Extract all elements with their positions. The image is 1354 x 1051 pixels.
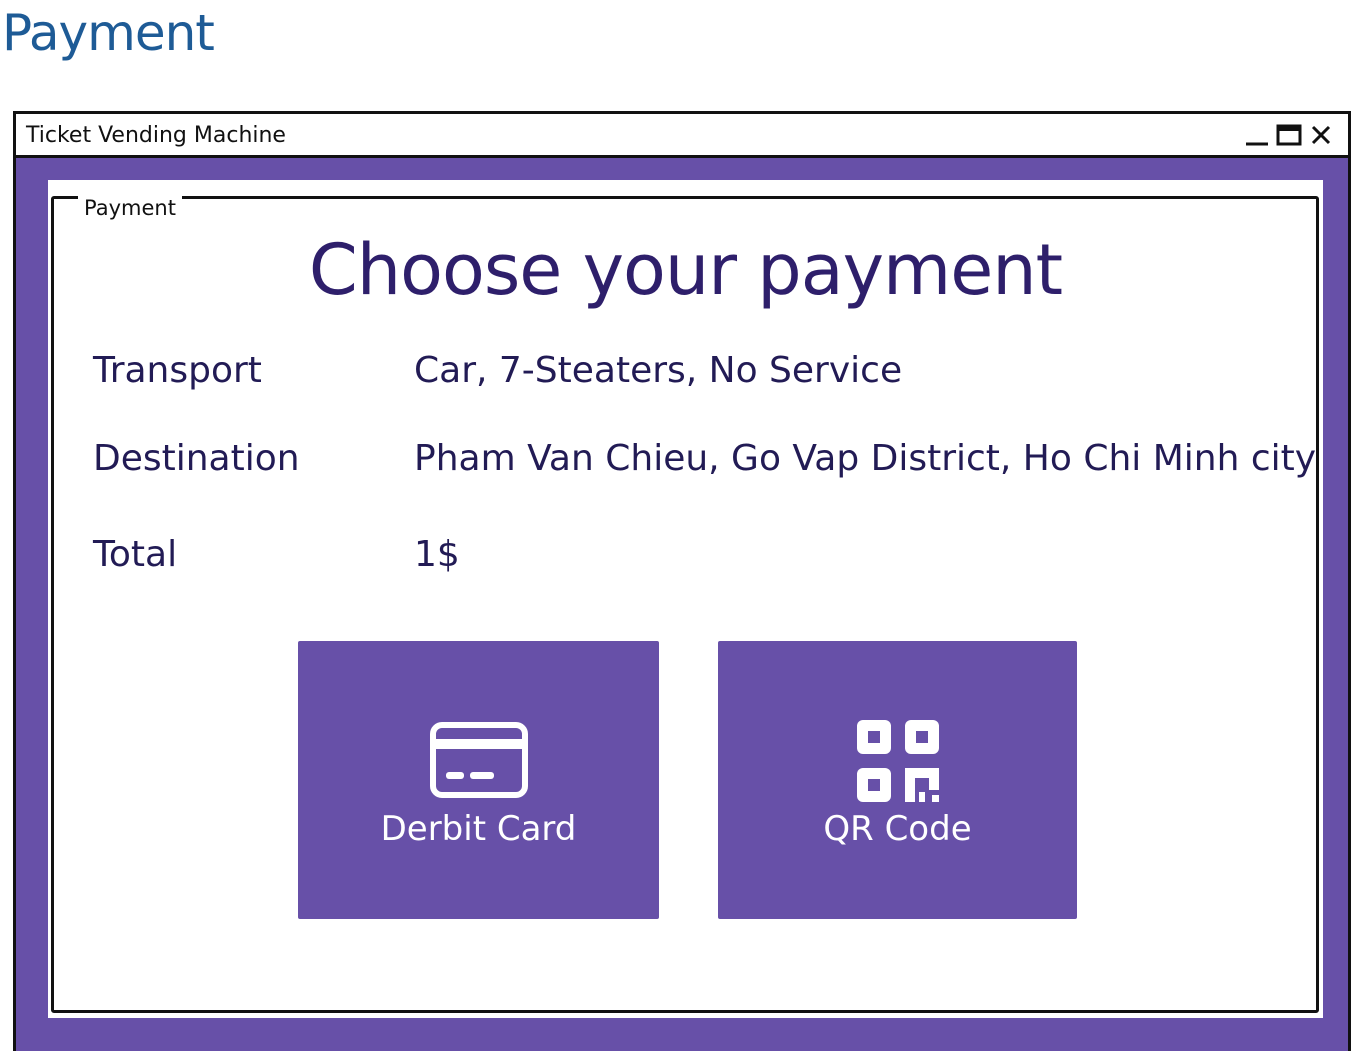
choose-payment-heading: Choose your payment [308, 229, 1063, 311]
minimize-icon[interactable] [1244, 122, 1270, 148]
transport-label: Transport [93, 350, 262, 391]
credit-card-icon [429, 721, 529, 805]
groupbox-label: Payment [78, 196, 182, 220]
total-label: Total [93, 534, 178, 575]
qr-code-button[interactable]: QR Code [718, 641, 1077, 919]
page-heading: Payment [2, 4, 215, 62]
maximize-icon[interactable] [1276, 122, 1302, 148]
qr-code-label: QR Code [823, 809, 972, 849]
total-value: 1$ [414, 534, 460, 575]
debit-card-button[interactable]: Derbit Card [298, 641, 659, 919]
title-bar: Ticket Vending Machine [13, 111, 1351, 158]
window-controls [1244, 122, 1334, 148]
transport-value: Car, 7-Steaters, No Service [414, 350, 903, 391]
app-window: Ticket Vending Machine Payment Choose yo… [13, 111, 1351, 1051]
close-icon[interactable] [1308, 122, 1334, 148]
destination-value: Pham Van Chieu, Go Vap District, Ho Chi … [414, 438, 1317, 479]
window-title: Ticket Vending Machine [26, 123, 286, 148]
debit-card-label: Derbit Card [380, 809, 577, 849]
qr-code-icon [854, 717, 942, 809]
content-panel: Payment Choose your payment Transport Ca… [48, 180, 1323, 1018]
destination-label: Destination [93, 438, 300, 479]
